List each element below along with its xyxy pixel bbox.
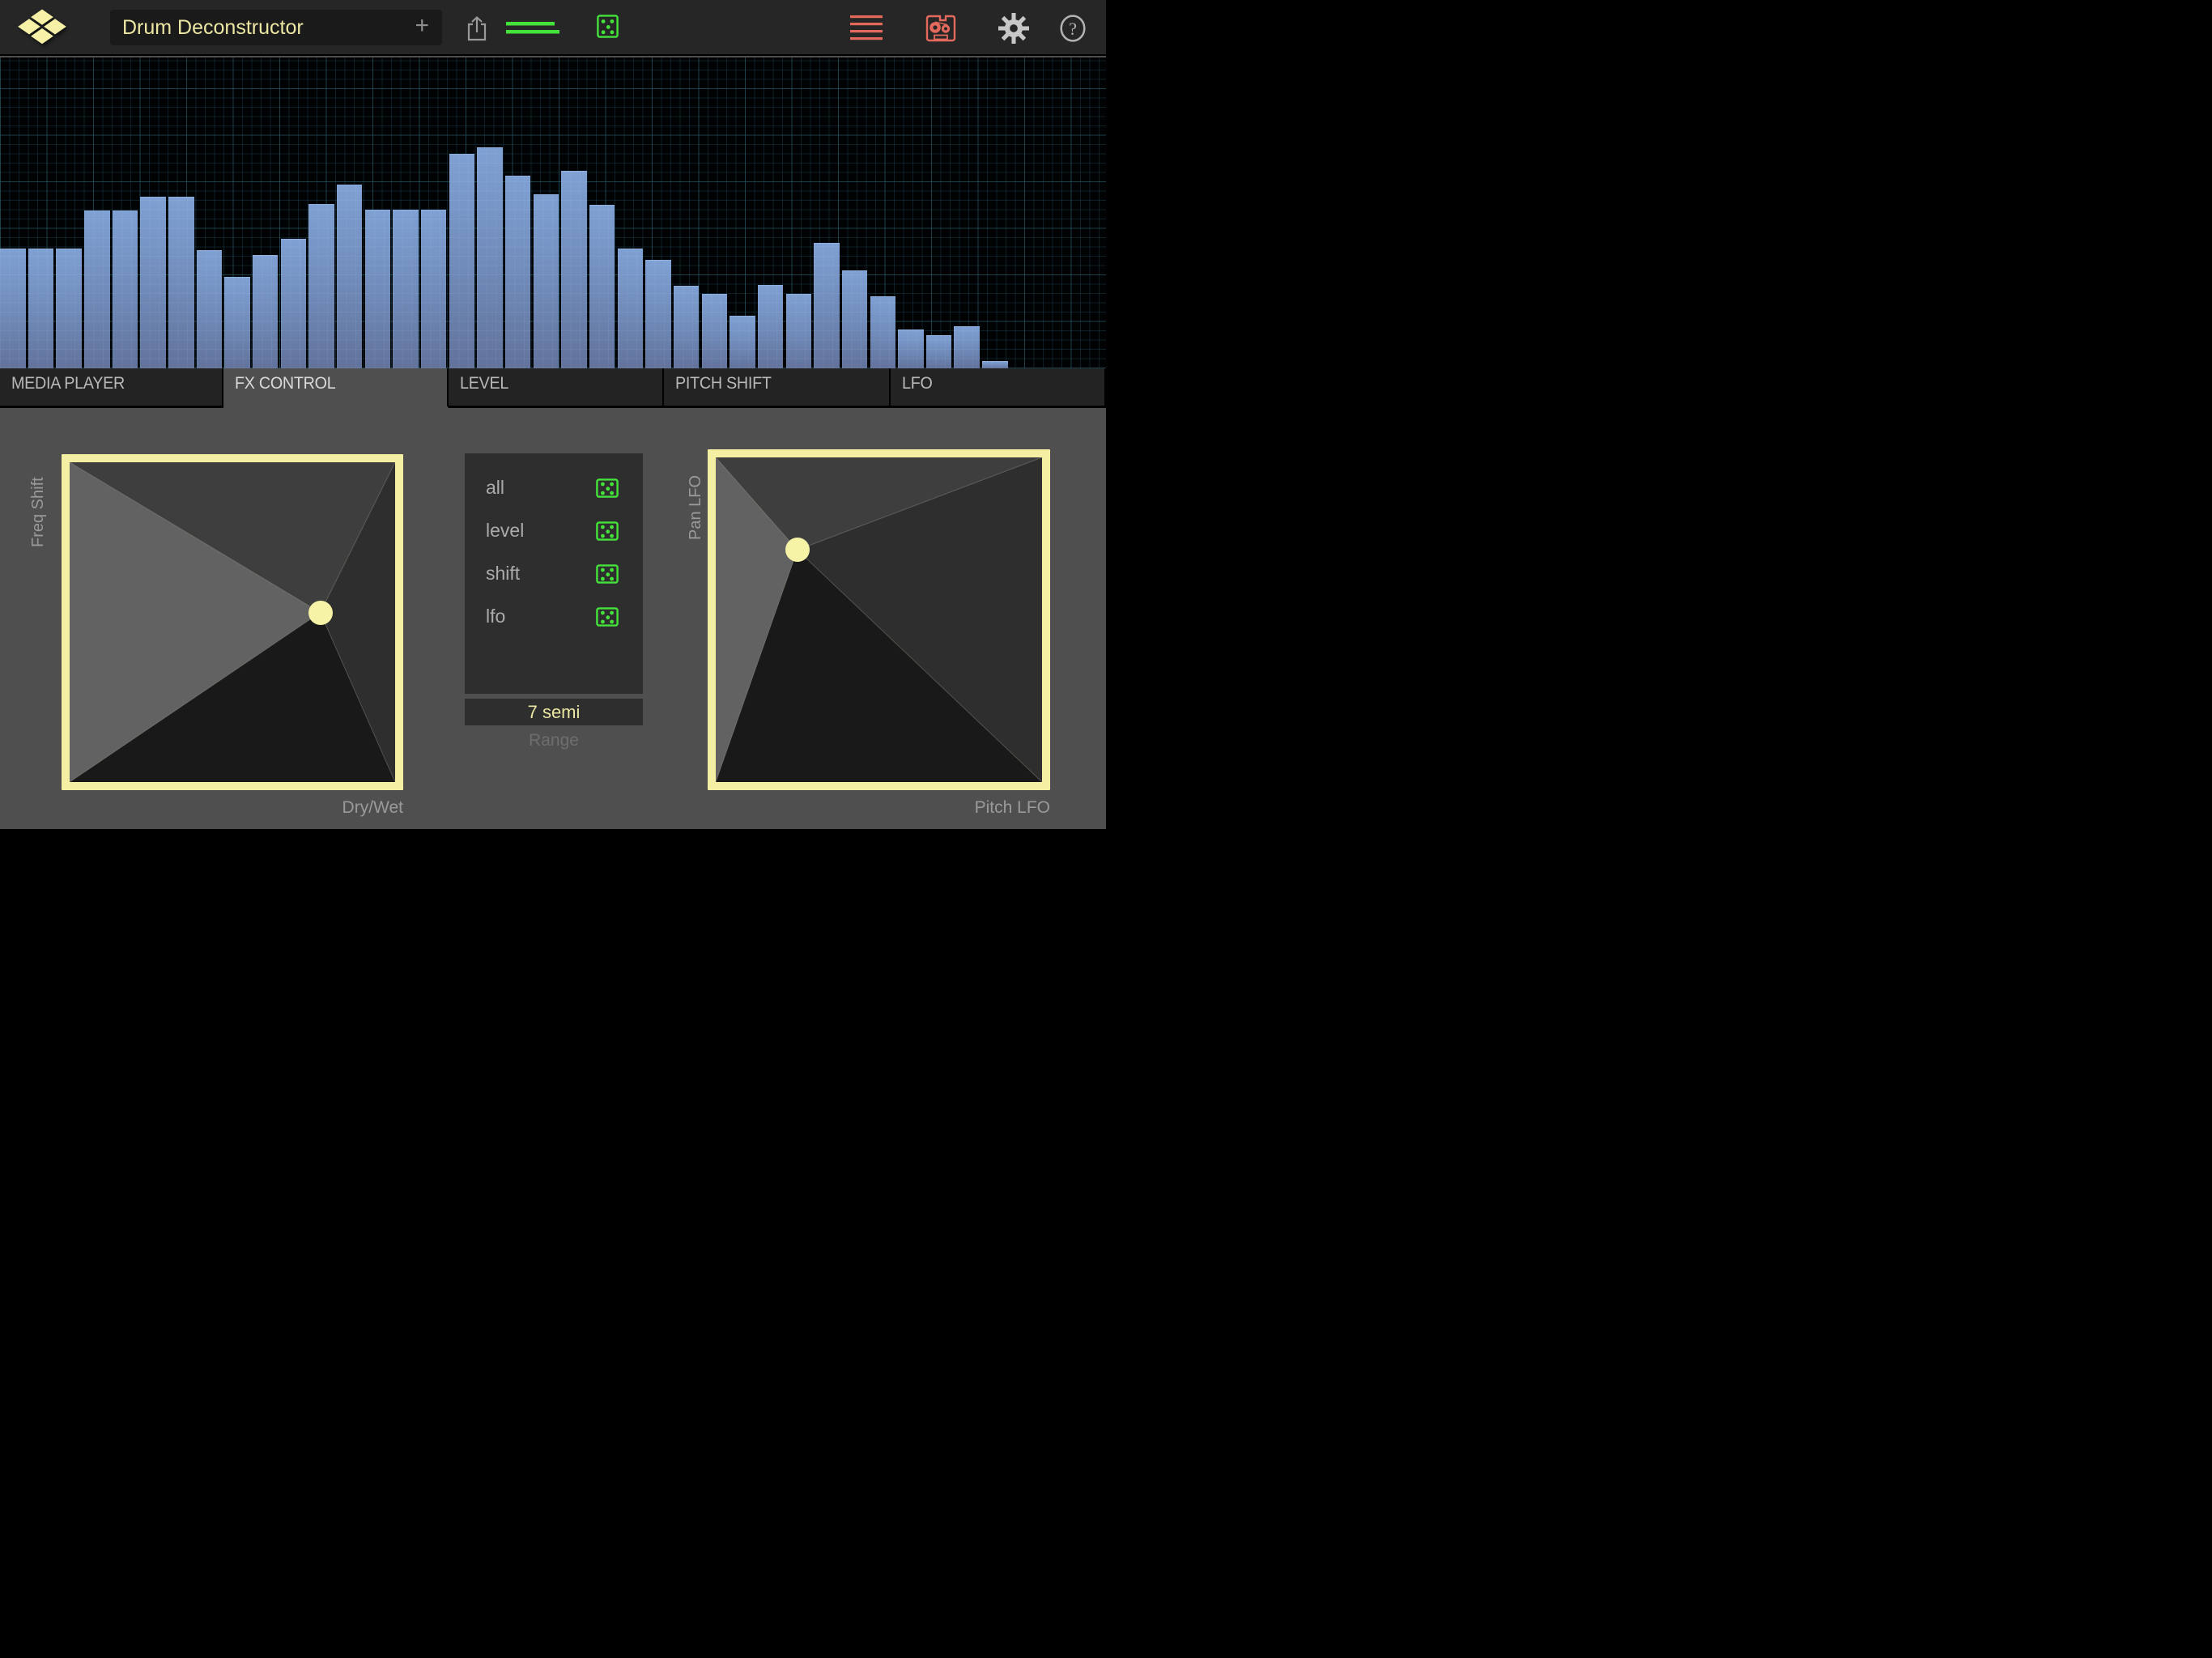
tape-recorder-icon[interactable] bbox=[923, 0, 959, 56]
dice-icon[interactable] bbox=[596, 478, 619, 498]
tab-label: FX CONTROL bbox=[235, 374, 335, 393]
spectrum-bar bbox=[140, 197, 166, 368]
spectrum-bar bbox=[589, 205, 615, 368]
dice-icon[interactable] bbox=[595, 0, 619, 56]
app-logo-icon[interactable] bbox=[16, 9, 68, 48]
spectrum-bar bbox=[954, 326, 980, 368]
spectrum-bar bbox=[168, 197, 194, 368]
xy-pad-panlfo-pitchlfo[interactable] bbox=[708, 449, 1050, 790]
tab-fx-control[interactable]: FX CONTROL bbox=[223, 368, 449, 408]
spectrum-bar bbox=[253, 255, 279, 368]
dice-icon[interactable] bbox=[596, 564, 619, 584]
range-value: 7 semi bbox=[528, 702, 581, 723]
randomize-row-all: all bbox=[465, 466, 643, 509]
spectrum-bar bbox=[56, 249, 82, 368]
randomize-label: level bbox=[486, 520, 524, 542]
spectrum-bar bbox=[0, 249, 26, 368]
svg-text:?: ? bbox=[1069, 18, 1077, 38]
dice-icon[interactable] bbox=[596, 607, 619, 627]
spectrum-analyzer bbox=[0, 57, 1106, 368]
spectrum-bar bbox=[281, 239, 307, 368]
spectrum-bar bbox=[674, 286, 700, 368]
spectrum-bar bbox=[197, 250, 223, 368]
spectrum-bar bbox=[534, 194, 559, 368]
spectrum-bar bbox=[702, 294, 728, 368]
tab-pitch-shift[interactable]: PITCH SHIFT bbox=[664, 368, 891, 408]
spectrum-bar bbox=[814, 243, 840, 369]
spectrum-bar bbox=[224, 277, 250, 368]
spectrum-bar bbox=[477, 147, 503, 368]
tab-label: LEVEL bbox=[460, 374, 508, 393]
spectrum-bar bbox=[561, 171, 587, 368]
randomize-row-shift: shift bbox=[465, 552, 643, 595]
spectrum-bar bbox=[982, 361, 1008, 368]
spectrum-bar bbox=[421, 210, 447, 368]
range-stepper[interactable]: 7 semi bbox=[465, 699, 643, 725]
tab-label: MEDIA PLAYER bbox=[11, 374, 125, 393]
spectrum-bar bbox=[926, 335, 952, 368]
tab-lfo[interactable]: LFO bbox=[891, 368, 1104, 408]
spectrum-bar bbox=[786, 294, 812, 368]
spectrum-bar bbox=[645, 260, 671, 368]
spectrum-bar bbox=[393, 210, 419, 368]
spectrum-bar bbox=[449, 154, 475, 368]
freq-shift-axis-label: Freq Shift bbox=[29, 450, 48, 547]
spectrum-bar bbox=[505, 176, 531, 368]
spectrum-bar bbox=[870, 296, 896, 368]
app-window: Drum Deconstructor + bbox=[0, 0, 1106, 829]
tab-label: PITCH SHIFT bbox=[675, 374, 772, 393]
dry-wet-axis-label: Dry/Wet bbox=[243, 798, 403, 818]
tab-media-player[interactable]: MEDIA PLAYER bbox=[0, 368, 223, 408]
preset-name: Drum Deconstructor bbox=[110, 16, 415, 40]
spectrum-bar bbox=[84, 210, 110, 368]
preset-name-field[interactable]: Drum Deconstructor + bbox=[110, 10, 442, 45]
pan-lfo-axis-label: Pan LFO bbox=[687, 455, 705, 540]
spectrum-bar bbox=[898, 329, 924, 368]
spectrum-bar bbox=[28, 249, 54, 368]
randomize-label: shift bbox=[486, 563, 520, 585]
sync-lines-icon[interactable] bbox=[506, 0, 561, 56]
menu-lines-icon[interactable] bbox=[849, 0, 884, 56]
spectrum-bar bbox=[308, 204, 334, 369]
toolbar: Drum Deconstructor + bbox=[0, 0, 1106, 56]
xy-pad-thumb[interactable] bbox=[785, 538, 810, 562]
range-label: Range bbox=[465, 731, 643, 750]
xy-pad-freqshift-drywet[interactable] bbox=[62, 454, 403, 790]
spectrum-bar bbox=[758, 285, 784, 368]
randomize-row-level: level bbox=[465, 509, 643, 552]
spectrum-bar bbox=[365, 210, 391, 368]
settings-gear-icon[interactable] bbox=[998, 0, 1030, 56]
randomize-label: all bbox=[486, 477, 504, 499]
help-icon[interactable]: ? bbox=[1057, 0, 1088, 56]
tab-level[interactable]: LEVEL bbox=[449, 368, 664, 408]
xy-pad-thumb[interactable] bbox=[308, 601, 333, 625]
spectrum-bar bbox=[113, 210, 138, 368]
spectrum-bar bbox=[618, 249, 644, 368]
tab-bar: MEDIA PLAYER FX CONTROL LEVEL PITCH SHIFT LF… bbox=[0, 368, 1106, 408]
spectrum-bar bbox=[842, 270, 868, 368]
randomize-row-lfo: lfo bbox=[465, 595, 643, 638]
add-preset-button[interactable]: + bbox=[415, 12, 442, 43]
dice-icon[interactable] bbox=[596, 521, 619, 541]
randomize-label: lfo bbox=[486, 606, 505, 627]
share-icon[interactable] bbox=[464, 0, 490, 56]
spectrum-bar bbox=[730, 316, 755, 368]
spectrum-bar bbox=[337, 185, 363, 368]
pitch-lfo-axis-label: Pitch LFO bbox=[891, 798, 1050, 818]
randomize-panel: all level shift lfo bbox=[465, 453, 643, 694]
tab-label: LFO bbox=[902, 374, 933, 393]
